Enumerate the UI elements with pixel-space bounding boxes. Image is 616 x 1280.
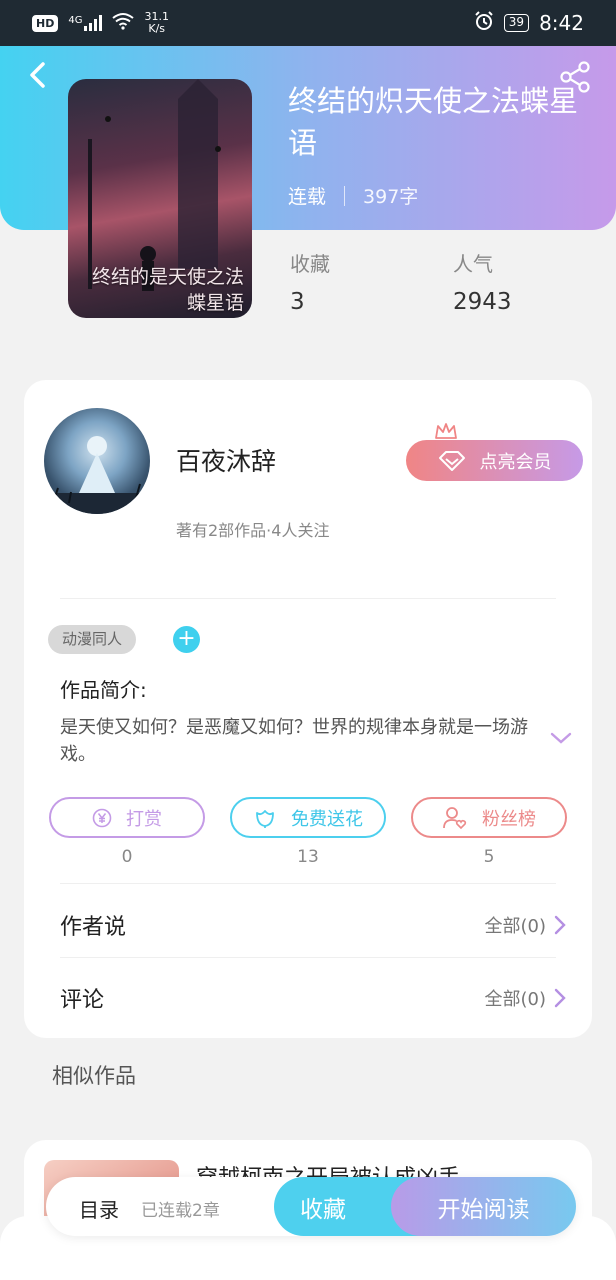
intro-title: 作品简介: bbox=[60, 678, 147, 702]
stat-popularity: 人气 2943 bbox=[453, 248, 512, 315]
wifi-icon bbox=[112, 12, 135, 35]
chevron-right-icon bbox=[554, 915, 566, 935]
row-link[interactable]: 全部(0) bbox=[485, 912, 567, 938]
word-count: 397字 bbox=[363, 186, 419, 208]
chevron-left-icon bbox=[30, 62, 45, 88]
book-info-card: 百夜沐辞 著有2部作品·4人关注 点亮会员 动漫同人 + 作品简介: 是天使又如… bbox=[24, 380, 592, 1038]
add-tag-button[interactable]: + bbox=[173, 626, 200, 653]
divider bbox=[60, 598, 556, 599]
tip-count: 0 bbox=[121, 847, 133, 867]
similar-section-title: 相似作品 bbox=[52, 1064, 136, 1088]
vip-label: 点亮会员 bbox=[479, 451, 552, 473]
avatar-art bbox=[44, 436, 150, 514]
clock: 8:42 bbox=[539, 11, 584, 35]
author-name[interactable]: 百夜沐辞 bbox=[176, 442, 276, 478]
status-bar: HD 4G 31.1 K/s 39 8:42 bbox=[0, 0, 616, 46]
cover-title: 终结的是天使之法蝶星语 bbox=[91, 266, 244, 314]
start-reading-button[interactable]: 开始阅读 bbox=[391, 1177, 576, 1236]
vip-button[interactable]: 点亮会员 bbox=[406, 440, 583, 481]
book-meta: 连载 397字 bbox=[288, 182, 418, 209]
book-status: 连载 bbox=[288, 186, 327, 208]
divider bbox=[60, 957, 556, 958]
crown-icon bbox=[435, 423, 457, 439]
network-speed: 31.1 K/s bbox=[144, 11, 169, 35]
stat-label: 人气 bbox=[453, 252, 493, 276]
intro-text: 是天使又如何？是恶魔又如何？世界的规律本身就是一场游戏。 bbox=[60, 717, 528, 765]
book-title: 终结的炽天使之法蝶星语 bbox=[288, 84, 579, 160]
speed-unit: K/s bbox=[148, 22, 166, 35]
flower-icon bbox=[256, 809, 274, 828]
battery-indicator: 39 bbox=[503, 14, 530, 32]
author-notes-row[interactable]: 作者说 全部(0) bbox=[60, 905, 566, 945]
expand-button[interactable] bbox=[550, 730, 572, 749]
chevron-right-icon bbox=[554, 988, 566, 1008]
row-link-label: 全部(0) bbox=[484, 916, 547, 937]
favorite-label: 收藏 bbox=[300, 1196, 346, 1223]
tip-label: 打赏 bbox=[126, 808, 162, 830]
user-heart-icon bbox=[443, 806, 467, 829]
chevron-down-icon bbox=[550, 732, 572, 744]
toc-button[interactable]: 目录 bbox=[79, 1194, 119, 1223]
divider bbox=[60, 883, 556, 884]
comments-row[interactable]: 评论 全部(0) bbox=[60, 978, 566, 1018]
book-cover[interactable]: 终结的是天使之法蝶星语 bbox=[68, 79, 252, 318]
yen-coin-icon bbox=[92, 808, 112, 827]
back-button[interactable] bbox=[22, 60, 52, 90]
tag-chip[interactable]: 动漫同人 bbox=[48, 625, 137, 654]
fan-ranking-label: 粉丝榜 bbox=[482, 808, 536, 830]
chapter-count: 已连载2章 bbox=[141, 1201, 220, 1221]
network-type: 4G bbox=[68, 15, 83, 26]
diamond-icon bbox=[438, 450, 465, 471]
start-reading-label: 开始阅读 bbox=[437, 1196, 530, 1223]
author-avatar[interactable] bbox=[44, 408, 150, 514]
hd-indicator: HD bbox=[32, 14, 59, 32]
fan-count: 5 bbox=[483, 847, 495, 867]
row-title: 评论 bbox=[60, 988, 105, 1013]
tip-button[interactable]: 打赏 bbox=[49, 797, 205, 838]
row-title: 作者说 bbox=[60, 915, 127, 940]
alarm-icon bbox=[474, 10, 494, 36]
stat-favorites: 收藏 3 bbox=[290, 248, 330, 315]
author-summary: 著有2部作品·4人关注 bbox=[176, 521, 330, 540]
stat-value: 2943 bbox=[453, 289, 512, 315]
meta-divider bbox=[344, 185, 346, 206]
fan-ranking-button[interactable]: 粉丝榜 bbox=[411, 797, 567, 838]
row-link[interactable]: 全部(0) bbox=[485, 985, 567, 1011]
stat-value: 3 bbox=[290, 289, 305, 315]
stat-label: 收藏 bbox=[290, 252, 330, 276]
send-flower-label: 免费送花 bbox=[291, 808, 363, 830]
row-link-label: 全部(0) bbox=[484, 989, 547, 1010]
flower-count: 13 bbox=[297, 847, 319, 867]
signal-icon: 4G bbox=[68, 15, 103, 31]
send-flower-button[interactable]: 免费送花 bbox=[230, 797, 386, 838]
